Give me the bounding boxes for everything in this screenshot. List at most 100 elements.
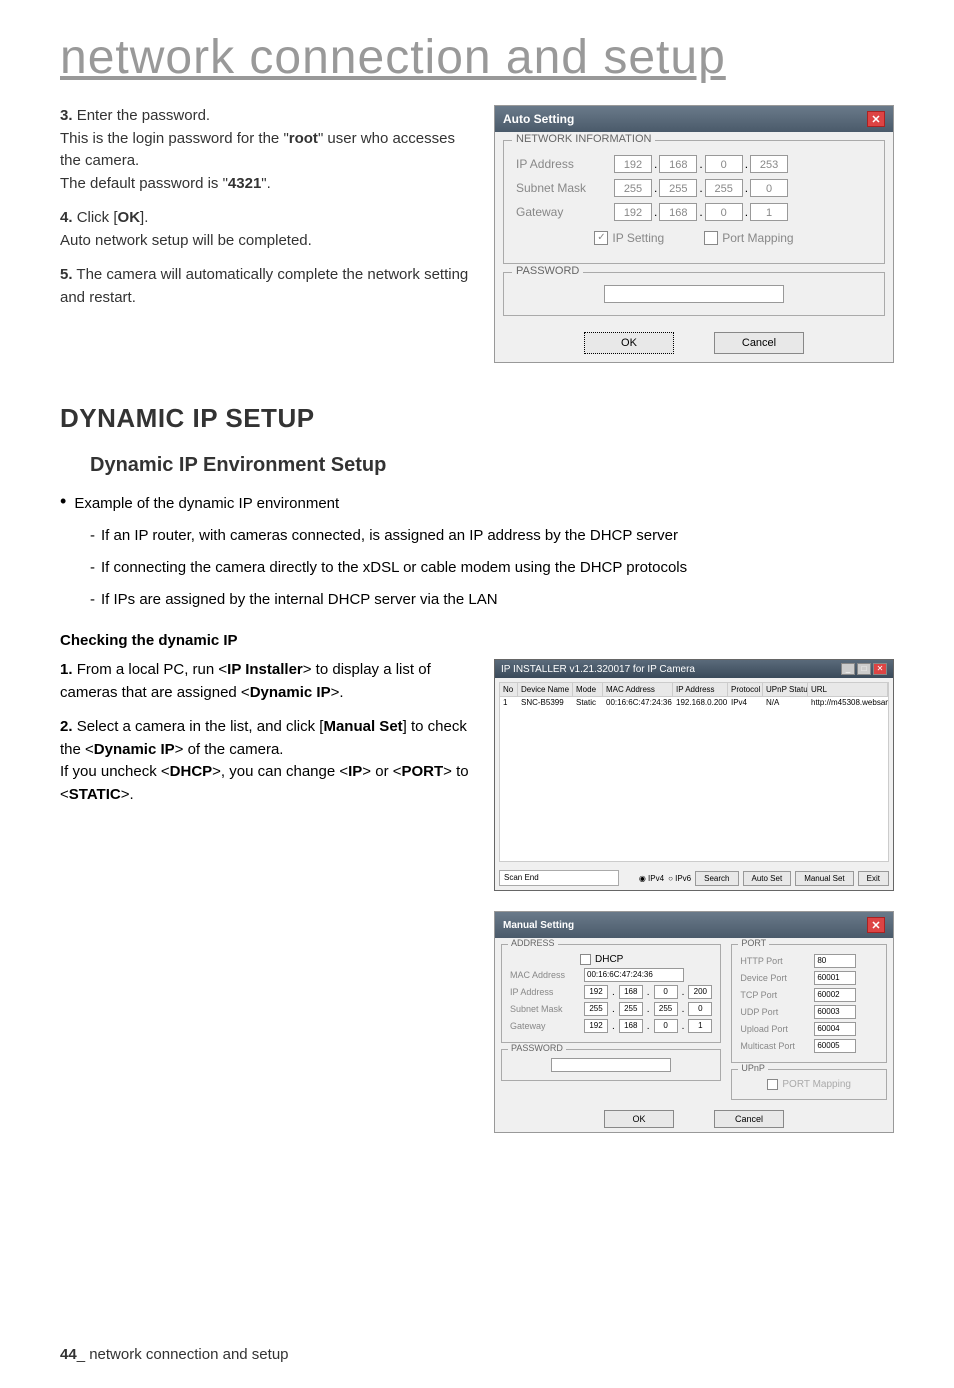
ip-segment[interactable]: 200 [688,985,712,999]
ip-address-input[interactable]: 192. 168. 0. 253 [614,155,788,173]
password-input[interactable] [551,1058,671,1072]
upload-port-label: Upload Port [740,1024,810,1034]
ipv6-radio[interactable]: ○ IPv6 [668,874,691,883]
ip-segment[interactable]: 0 [654,985,678,999]
ip-setting-checkbox[interactable]: ✓IP Setting [594,231,664,245]
checkbox-label: DHCP [595,954,623,965]
ip-segment[interactable]: 168 [659,155,697,173]
subnet-mask-input[interactable]: 255. 255. 255. 0 [614,179,788,197]
ipv4-radio[interactable]: ◉ IPv4 [639,874,664,883]
ok-button[interactable]: OK [584,332,674,354]
http-port-input[interactable]: 80 [814,954,856,968]
dash-icon: - [90,556,95,580]
dialog-titlebar: Auto Setting ✕ [495,106,893,132]
ip-segment[interactable]: 1 [688,1019,712,1033]
manual-set-button[interactable]: Manual Set [795,871,853,886]
upnp-fieldset: UPnP PORT Mapping [731,1069,887,1100]
ip-segment[interactable]: 1 [750,203,788,221]
ip-segment[interactable]: 192 [614,203,652,221]
table-row[interactable]: 1 SNC-B5399 Static 00:16:6C:47:24:36 192… [500,697,888,708]
ip-segment[interactable]: 253 [750,155,788,173]
cancel-button[interactable]: Cancel [714,1110,784,1128]
step-text: ]. [140,209,148,226]
sub-bullet-item: -If IPs are assigned by the internal DHC… [90,588,894,612]
ip-segment[interactable]: 192 [614,155,652,173]
ip-segment[interactable]: 255 [584,1002,608,1016]
step-text: If you uncheck < [60,763,170,780]
table-cell: SNC-B5399 [518,697,573,708]
table-header: No Device Name Mode MAC Address IP Addre… [500,683,888,697]
cancel-button[interactable]: Cancel [714,332,804,354]
ip-segment[interactable]: 0 [705,203,743,221]
table-cell: http://m45308.websamsung.net/8... [808,697,888,708]
password-input[interactable] [604,285,784,303]
gateway-input[interactable]: 192. 168. 0. 1 [614,203,788,221]
ip-segment[interactable]: 0 [750,179,788,197]
multicast-port-input[interactable]: 60005 [814,1039,856,1053]
device-port-input[interactable]: 60001 [814,971,856,985]
footer-text: network connection and setup [85,1346,288,1363]
ip-segment[interactable]: 192 [584,1019,608,1033]
upload-port-input[interactable]: 60004 [814,1022,856,1036]
tcp-port-input[interactable]: 60002 [814,988,856,1002]
dash-icon: - [90,588,95,612]
dialog-titlebar: Manual Setting ✕ [495,912,893,938]
dhcp-checkbox[interactable]: DHCP [580,954,712,965]
udp-port-input[interactable]: 60003 [814,1005,856,1019]
port-fieldset: PORT HTTP Port80 Device Port60001 TCP Po… [731,944,887,1063]
ip-segment[interactable]: 168 [659,203,697,221]
maximize-icon[interactable]: □ [857,663,871,675]
ip-segment[interactable]: 168 [619,985,643,999]
ip-segment[interactable]: 0 [654,1019,678,1033]
sub-bullet-item: -If connecting the camera directly to th… [90,556,894,580]
tcp-port-label: TCP Port [740,990,810,1000]
table-column: IP Address [673,683,728,696]
manual-setting-dialog: Manual Setting ✕ ADDRESS DHCP MAC Addres… [494,911,894,1133]
camera-list-table[interactable]: No Device Name Mode MAC Address IP Addre… [499,682,889,862]
bullet-text: If connecting the camera directly to the… [101,556,687,580]
ip-segment[interactable]: 255 [619,1002,643,1016]
ip-segment[interactable]: 255 [654,1002,678,1016]
ip-segment[interactable]: 255 [614,179,652,197]
fieldset-legend: PASSWORD [512,265,583,277]
auto-set-button[interactable]: Auto Set [743,871,792,886]
step-text: From a local PC, run < [77,661,227,678]
bullet-text: If an IP router, with cameras connected,… [101,524,678,548]
dialog-title-text: Auto Setting [503,112,574,126]
bullet-text: Example of the dynamic IP environment [74,492,339,516]
minimize-icon[interactable]: _ [841,663,855,675]
bullet-item: • Example of the dynamic IP environment [60,492,894,516]
step-text: The default password is " [60,175,228,192]
table-column: No [500,683,518,696]
table-cell: 1 [500,697,518,708]
exit-button[interactable]: Exit [858,871,889,886]
step-5: 5. The camera will automatically complet… [60,264,474,309]
port-mapping-checkbox[interactable]: PORT Mapping [740,1079,878,1090]
step-num: 2. [60,718,73,735]
bold-term: DHCP [170,763,213,780]
port-mapping-checkbox[interactable]: Port Mapping [704,231,793,245]
step-num: 3. [60,107,73,124]
bullet-icon: • [60,492,66,516]
ip-segment[interactable]: 192 [584,985,608,999]
scan-status: Scan End [499,870,619,886]
search-button[interactable]: Search [695,871,738,886]
ip-segment[interactable]: 0 [688,1002,712,1016]
page-header: network connection and setup [0,0,954,105]
device-port-label: Device Port [740,973,810,983]
page-number: 44 [60,1346,77,1363]
step-2: 2. Select a camera in the list, and clic… [60,716,474,806]
close-icon[interactable]: ✕ [867,111,885,127]
ip-segment[interactable]: 168 [619,1019,643,1033]
section-title: DYNAMIC IP SETUP [60,403,894,434]
ip-segment[interactable]: 255 [705,179,743,197]
ip-segment[interactable]: 255 [659,179,697,197]
password-fieldset: PASSWORD [503,272,885,316]
close-icon[interactable]: ✕ [867,917,885,933]
subnet-mask-label: Subnet Mask [516,181,606,195]
ok-button[interactable]: OK [604,1110,674,1128]
ip-segment[interactable]: 0 [705,155,743,173]
fieldset-legend: ADDRESS [508,938,558,948]
footer-separator: _ [77,1346,85,1363]
close-icon[interactable]: ✕ [873,663,887,675]
